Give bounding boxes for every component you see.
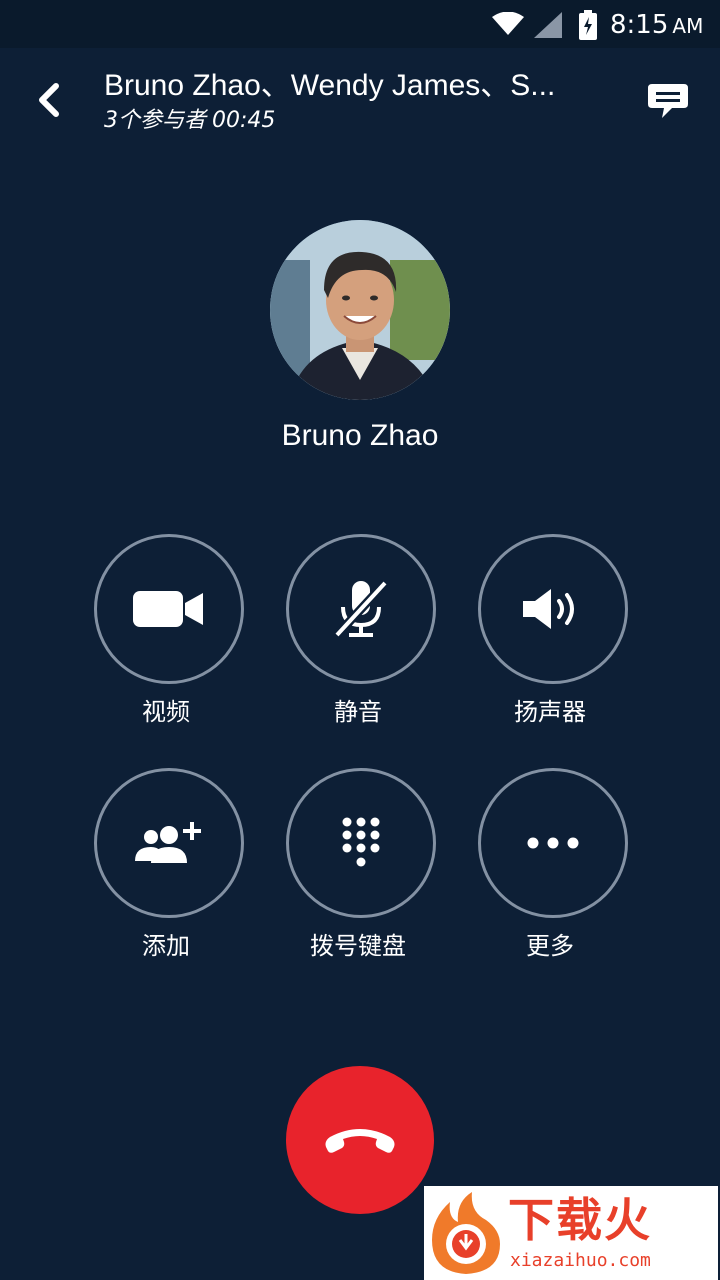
video-camera-icon [133,591,203,627]
profile-photo [270,220,450,400]
back-button[interactable] [30,78,70,122]
phone-hangup-icon [325,1129,395,1153]
add-people-icon [135,822,201,863]
status-time: 8:15 AM [610,10,704,40]
hangup-button[interactable] [286,1066,434,1214]
video-label: 视频 [142,698,190,726]
chevron-left-icon [39,83,59,117]
dialpad-icon [342,817,380,867]
call-subtitle: 3个参与者 00:45 [104,106,275,136]
more-label: 更多 [526,932,574,960]
caller-avatar [270,220,450,400]
video-button[interactable] [94,534,244,684]
chat-bubble-icon [648,84,688,118]
speaker-button[interactable] [478,534,628,684]
more-icon [527,837,579,849]
dialpad-label: 拨号键盘 [310,932,406,960]
speaker-icon [523,589,574,629]
watermark-url: xiazaihuo.com [510,1250,651,1271]
mute-button[interactable] [286,534,436,684]
call-title: Bruno Zhao、Wendy James、S... [104,69,556,102]
watermark: 下载火 xiazaihuo.com [424,1186,718,1280]
mute-label: 静音 [334,698,382,726]
mute-control: 静音 [260,534,460,754]
dialpad-button[interactable] [286,768,436,918]
video-control: 视频 [68,534,268,754]
signal-icon [534,12,562,38]
chat-button[interactable] [646,82,690,122]
status-bar: 8:15 AM [0,0,720,48]
watermark-title: 下载火 [508,1193,652,1247]
add-label: 添加 [142,932,190,960]
call-duration: 00:45 [212,108,276,133]
dialpad-control: 拨号键盘 [260,768,460,988]
call-header: Bruno Zhao、Wendy James、S... 3个参与者 00:45 [0,48,720,148]
more-button[interactable] [478,768,628,918]
caller-name: Bruno Zhao [281,419,439,452]
speaker-control: 扬声器 [452,534,652,754]
more-control: 更多 [452,768,652,988]
battery-charging-icon [579,10,597,40]
microphone-muted-icon [333,579,389,639]
flame-logo-icon [432,1192,500,1274]
speaker-label: 扬声器 [514,698,586,726]
add-button[interactable] [94,768,244,918]
add-control: 添加 [68,768,268,988]
participant-count: 3个参与者 [104,108,206,133]
wifi-icon [492,12,524,35]
